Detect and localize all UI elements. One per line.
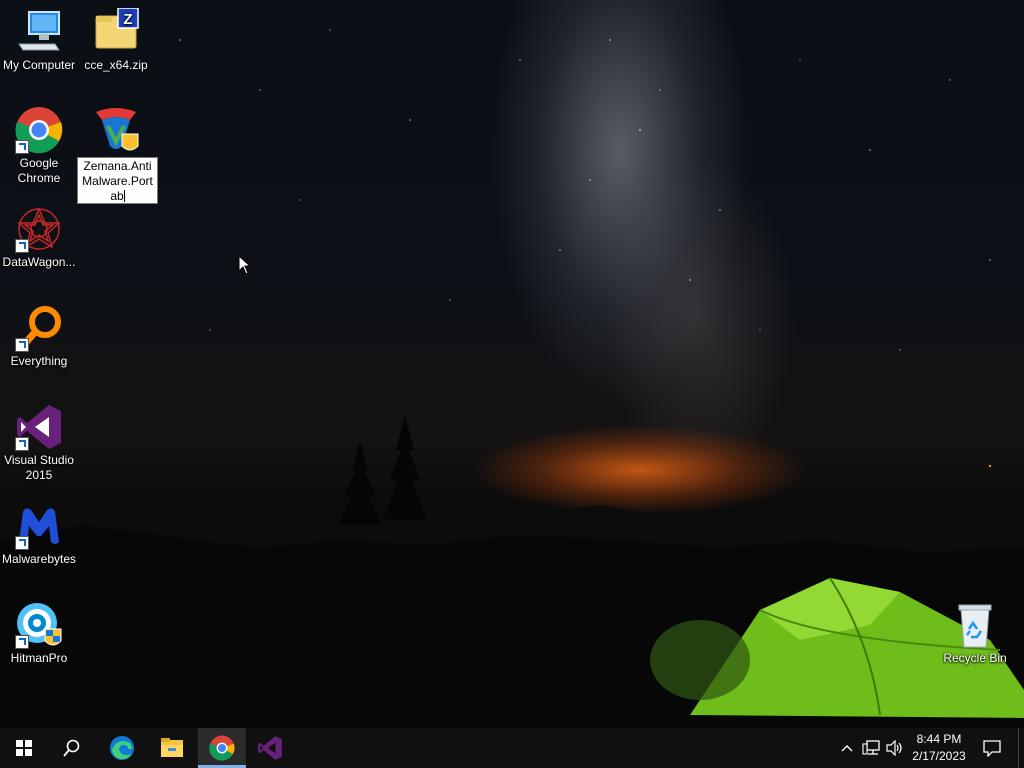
chrome-icon	[15, 106, 63, 154]
rename-line-1: Zemana.Anti	[83, 159, 152, 173]
desktop-icon-hitmanpro[interactable]: HitmanPro	[1, 601, 77, 666]
desktop-icon-label: Malwarebytes	[1, 552, 77, 566]
file-explorer-icon	[161, 738, 183, 757]
desktop-icon-label: cce_x64.zip	[84, 58, 148, 72]
taskbar-chrome[interactable]	[198, 728, 246, 768]
desktop-icon-google-chrome[interactable]: Google Chrome	[1, 106, 77, 186]
taskbar: 8:44 PM 2/17/2023	[0, 728, 1024, 768]
zemana-shield-icon	[92, 106, 140, 154]
search-button[interactable]	[48, 728, 96, 768]
rename-line-2: Malware.Port	[82, 174, 153, 188]
desktop-icon-recycle-bin[interactable]: Recycle Bin	[937, 601, 1013, 666]
shortcut-arrow-icon	[15, 239, 29, 253]
shortcut-arrow-icon	[15, 437, 29, 451]
desktop-icon-label: DataWagon...	[2, 255, 76, 269]
volume-button[interactable]	[884, 728, 906, 768]
magnifier-orange-icon	[15, 304, 63, 352]
volume-icon	[886, 740, 902, 756]
desktop-icon-my-computer[interactable]: My Computer	[1, 8, 77, 73]
network-icon	[862, 740, 880, 755]
clock-time: 8:44 PM	[916, 732, 962, 746]
rename-line-3: ab	[110, 189, 124, 203]
text-caret	[123, 190, 125, 202]
malwarebytes-icon	[15, 502, 63, 550]
taskbar-edge[interactable]	[98, 728, 146, 768]
shortcut-arrow-icon	[15, 140, 29, 154]
datawagon-icon	[15, 205, 63, 253]
clock-date: 2/17/2023	[912, 749, 966, 763]
desktop-icon-label: Recycle Bin	[943, 651, 1007, 665]
network-button[interactable]	[860, 728, 882, 768]
visual-studio-icon	[15, 403, 63, 451]
shortcut-arrow-icon	[15, 635, 29, 649]
desktop-icon-visual-studio[interactable]: Visual Studio 2015	[1, 403, 77, 483]
hitmanpro-icon	[15, 601, 63, 649]
desktop-icon-malwarebytes[interactable]: Malwarebytes	[1, 502, 77, 567]
desktop-icon-zemana[interactable]	[78, 106, 154, 154]
taskbar-visual-studio[interactable]	[246, 728, 294, 768]
desktop-icon-cce-zip[interactable]: Z cce_x64.zip	[78, 8, 154, 73]
desktop-icon-datawagon[interactable]: DataWagon...	[1, 205, 77, 270]
computer-icon	[15, 8, 63, 56]
svg-text:Z: Z	[123, 11, 132, 28]
desktop-icon-label: HitmanPro	[10, 651, 68, 665]
visual-studio-icon	[258, 736, 282, 760]
show-hidden-icons-button[interactable]	[838, 728, 856, 768]
taskbar-file-explorer[interactable]	[148, 728, 196, 768]
mouse-cursor-icon	[238, 255, 252, 275]
rename-input[interactable]: Zemana.Anti Malware.Port ab	[77, 157, 158, 204]
recycle-bin-icon	[951, 601, 999, 649]
action-center-button[interactable]	[978, 728, 1006, 768]
chrome-icon	[209, 735, 235, 761]
taskbar-clock[interactable]: 8:44 PM 2/17/2023	[905, 728, 973, 768]
desktop-icon-everything[interactable]: Everything	[1, 304, 77, 369]
zip-archive-icon: Z	[92, 8, 140, 56]
start-button[interactable]	[0, 728, 48, 768]
shortcut-arrow-icon	[15, 338, 29, 352]
desktop-icon-label: Google Chrome	[17, 156, 61, 185]
edge-icon	[110, 736, 134, 760]
shortcut-arrow-icon	[15, 536, 29, 550]
search-icon	[63, 739, 80, 757]
notification-icon	[983, 739, 1001, 757]
desktop-icon-label: Visual Studio 2015	[4, 453, 74, 482]
desktop[interactable]: My Computer Z cce_x64.zip Google Chrome …	[0, 0, 1024, 728]
windows-logo-icon	[16, 740, 32, 756]
show-desktop-button[interactable]	[1018, 728, 1024, 768]
chevron-up-icon	[841, 745, 853, 752]
desktop-icon-label: Everything	[10, 354, 68, 368]
desktop-icon-label: My Computer	[2, 58, 76, 72]
